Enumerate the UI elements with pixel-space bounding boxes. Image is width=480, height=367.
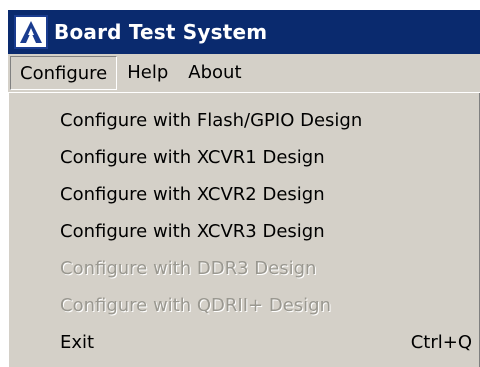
menu-item-configure-ddr3: Configure with DDR3 Design <box>12 250 480 287</box>
menu-configure[interactable]: Configure <box>10 56 118 90</box>
menu-item-configure-flash-gpio[interactable]: Configure with Flash/GPIO Design <box>12 102 480 139</box>
menu-about[interactable]: About <box>178 56 251 90</box>
configure-dropdown-menu: Configure with Flash/GPIO Design Configu… <box>8 92 480 367</box>
menu-item-label: Exit <box>60 332 95 353</box>
menu-item-label: Configure with XCVR1 Design <box>60 147 325 168</box>
title-bar[interactable]: Board Test System <box>8 10 480 54</box>
menu-item-configure-qdrii-plus: Configure with QDRII+ Design <box>12 287 480 324</box>
window-title: Board Test System <box>54 20 268 44</box>
altera-logo-icon[interactable] <box>14 15 48 49</box>
menu-item-label: Configure with Flash/GPIO Design <box>60 110 363 131</box>
menu-item-label: Configure with DDR3 Design <box>60 258 317 279</box>
menu-item-configure-xcvr3[interactable]: Configure with XCVR3 Design <box>12 213 480 250</box>
menu-item-label: Configure with QDRII+ Design <box>60 295 331 316</box>
menu-help[interactable]: Help <box>117 56 178 90</box>
menu-item-label: Configure with XCVR2 Design <box>60 184 325 205</box>
menu-item-shortcut: Ctrl+Q <box>410 332 472 353</box>
app-window: Board Test System Configure Help About C… <box>0 0 480 367</box>
menu-item-label: Configure with XCVR3 Design <box>60 221 325 242</box>
menu-item-exit[interactable]: Exit Ctrl+Q <box>12 324 480 361</box>
menu-bar: Configure Help About <box>8 54 480 92</box>
menu-item-configure-xcvr2[interactable]: Configure with XCVR2 Design <box>12 176 480 213</box>
menu-item-configure-xcvr1[interactable]: Configure with XCVR1 Design <box>12 139 480 176</box>
